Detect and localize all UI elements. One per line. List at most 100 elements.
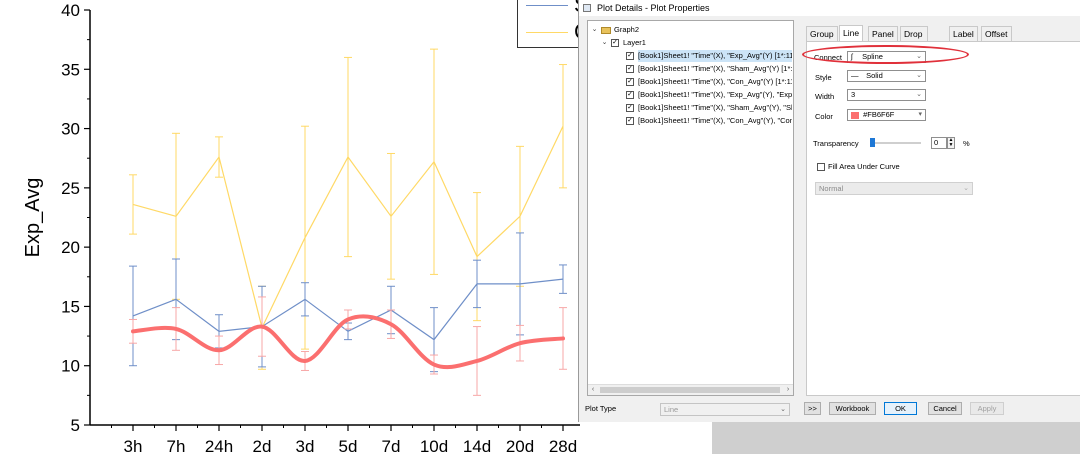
app-icon	[583, 4, 591, 12]
chevron-down-icon: ⌄	[916, 72, 922, 79]
y-tick-label: 30	[61, 120, 80, 139]
plot-type-select[interactable]: Line ⌄	[660, 403, 790, 416]
width-select[interactable]: 3 ⌄	[847, 89, 926, 101]
ok-button[interactable]: OK	[884, 402, 917, 415]
connect-highlight-annotation	[802, 45, 969, 64]
y-tick-label: 40	[61, 1, 80, 20]
transparency-spinner[interactable]: ▲ ▼	[947, 137, 955, 149]
scroll-left-icon[interactable]: ‹	[588, 385, 598, 395]
y-tick-label: 5	[71, 416, 80, 435]
tab-offset[interactable]: Offset	[981, 26, 1012, 41]
chevron-down-icon: ⌄	[963, 185, 969, 192]
tree-item[interactable]: ✓ [Book1]Sheet1! "Time"(X), "Con_Avg"(Y)…	[626, 76, 792, 88]
apply-button[interactable]: Apply	[970, 402, 1004, 415]
width-value: 3	[851, 90, 856, 99]
tree-item[interactable]: ✓ [Book1]Sheet1! "Time"(X), "Exp_Avg"(Y)…	[626, 89, 792, 101]
plot-details-dialog: Plot Details - Plot Properties ⌄ Graph2 …	[578, 0, 1080, 422]
caret-down-icon: ▾	[918, 111, 922, 118]
fill-area-label: Fill Area Under Curve	[828, 162, 900, 171]
y-tick-label: 20	[61, 238, 80, 257]
transparency-input[interactable]: 0	[931, 137, 947, 149]
plot-checkbox[interactable]: ✓	[626, 104, 634, 112]
style-select[interactable]: — Solid ⌄	[847, 70, 926, 82]
scroll-right-icon[interactable]: ›	[783, 385, 793, 395]
fill-mode-value: Normal	[819, 184, 844, 193]
layer-checkbox[interactable]: ✓	[611, 39, 619, 47]
tree-item[interactable]: ✓ [Book1]Sheet1! "Time"(X), "Con_Avg"(Y)…	[626, 115, 792, 127]
fill-mode-select[interactable]: Normal ⌄	[815, 182, 973, 195]
x-tick-label: 24h	[205, 437, 233, 454]
workspace-background	[712, 422, 1080, 454]
style-value: Solid	[866, 71, 883, 80]
tab-group[interactable]: Group	[806, 26, 838, 41]
tab-drop-lines[interactable]: Drop Lines	[900, 26, 929, 53]
transparency-unit: %	[963, 139, 970, 148]
x-tick-label: 3h	[124, 437, 143, 454]
tab-panel[interactable]: Panel	[868, 26, 898, 41]
x-tick-label: 2d	[253, 437, 272, 454]
scroll-thumb[interactable]	[600, 387, 780, 393]
workbook-button[interactable]: Workbook	[829, 402, 876, 415]
tab-line[interactable]: Line	[839, 25, 864, 41]
tree-layer-label: Layer1	[623, 38, 646, 47]
tab-label[interactable]: Label	[949, 26, 978, 41]
plot-checkbox[interactable]: ✓	[626, 117, 634, 125]
y-tick-label: 25	[61, 179, 80, 198]
x-tick-label: 7h	[167, 437, 186, 454]
chart-plot: 5 10 15 20 25 30 35 40 3h 7h 24h 2d 3d 5d 7d 10d 14d 20d 2…	[22, 1, 580, 454]
fill-area-checkbox[interactable]	[817, 163, 825, 171]
chevron-down-icon[interactable]: ⌄	[590, 24, 599, 36]
plot-checkbox[interactable]: ✓	[626, 65, 634, 73]
color-select[interactable]: #FB6F6F ▾	[847, 109, 926, 121]
color-value: #FB6F6F	[863, 110, 895, 119]
x-tick-label: 10d	[420, 437, 448, 454]
plot-type-value: Line	[664, 405, 679, 414]
expand-button[interactable]: >>	[804, 402, 821, 415]
dialog-title: Plot Details - Plot Properties	[597, 3, 710, 13]
plot-checkbox[interactable]: ✓	[626, 52, 634, 60]
y-tick-label: 15	[61, 297, 80, 316]
y-axis-label: Exp_Avg	[22, 178, 44, 258]
tree-row-layer[interactable]: ⌄ ✓ Layer1	[600, 37, 790, 49]
tree-item[interactable]: ✓ [Book1]Sheet1! "Time"(X), "Sham_Avg"(Y…	[626, 63, 792, 75]
chevron-down-icon[interactable]: ⌄	[600, 37, 609, 49]
chart-legend[interactable]: S C	[517, 0, 579, 48]
x-tick-label: 28d	[549, 437, 577, 454]
tree-horizontal-scrollbar[interactable]: ‹ ›	[588, 384, 793, 395]
color-label: Color	[815, 112, 833, 121]
transparency-slider-track[interactable]	[871, 142, 921, 144]
style-label: Style	[815, 73, 832, 82]
x-tick-label: 3d	[296, 437, 315, 454]
legend-line-con	[526, 32, 568, 33]
tree-item-label: [Book1]Sheet1! "Time"(X), "Sham_Avg"(Y),…	[638, 103, 792, 112]
tree-item-label: [Book1]Sheet1! "Time"(X), "Exp_Avg"(Y), …	[638, 90, 792, 99]
cancel-button[interactable]: Cancel	[928, 402, 962, 415]
x-tick-label: 14d	[463, 437, 491, 454]
legend-line-sham	[526, 5, 568, 6]
tree-row-graph[interactable]: ⌄ Graph2	[590, 24, 790, 36]
width-label: Width	[815, 92, 835, 101]
transparency-slider-thumb[interactable]	[870, 138, 875, 147]
tree-item[interactable]: ✓ [Book1]Sheet1! "Time"(X), "Exp_Avg"(Y)…	[626, 50, 792, 62]
tree-item-label: [Book1]Sheet1! "Time"(X), "Con_Avg"(Y) […	[638, 77, 792, 86]
y-tick-label: 10	[61, 357, 80, 376]
tree-item[interactable]: ✓ [Book1]Sheet1! "Time"(X), "Sham_Avg"(Y…	[626, 102, 792, 114]
plot-checkbox[interactable]: ✓	[626, 91, 634, 99]
line-style-icon: —	[851, 71, 859, 80]
plot-checkbox[interactable]: ✓	[626, 78, 634, 86]
chevron-down-icon: ⌄	[780, 406, 786, 413]
chevron-down-icon: ⌄	[916, 91, 922, 98]
plot-tree[interactable]: ⌄ Graph2 ⌄ ✓ Layer1 ✓ [Book1]Sheet1! "Ti…	[587, 20, 794, 396]
plot-type-label: Plot Type	[585, 404, 617, 413]
tree-graph-label: Graph2	[614, 25, 640, 34]
dialog-titlebar[interactable]: Plot Details - Plot Properties	[579, 0, 1080, 16]
color-swatch	[851, 111, 859, 119]
x-tick-label: 7d	[382, 437, 401, 454]
y-tick-label: 35	[61, 60, 80, 79]
chart-area: 5 10 15 20 25 30 35 40 3h 7h 24h 2d 3d 5d 7d 10d 14d 20d 2…	[0, 0, 580, 454]
tree-item-label: [Book1]Sheet1! "Time"(X), "Sham_Avg"(Y) …	[638, 64, 792, 73]
x-tick-label: 20d	[506, 437, 534, 454]
folder-icon	[601, 27, 611, 34]
tree-item-label: [Book1]Sheet1! "Time"(X), "Exp_Avg"(Y) […	[638, 50, 792, 62]
x-tick-label: 5d	[339, 437, 358, 454]
